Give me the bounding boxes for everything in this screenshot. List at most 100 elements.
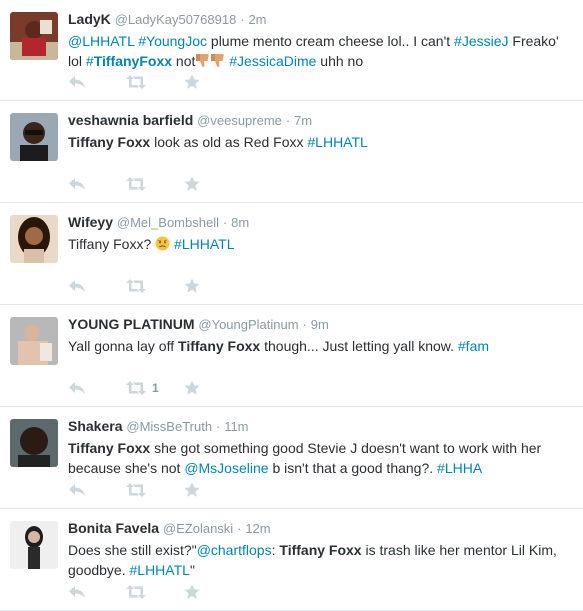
tweet-timestamp[interactable]: 11m: [224, 419, 248, 434]
avatar[interactable]: [10, 419, 58, 467]
favorite-icon: [184, 380, 200, 396]
tweet-text-line: Yall gonna lay off Tiffany Foxx though..…: [68, 336, 573, 356]
reply-button[interactable]: [68, 480, 126, 500]
tweet-content: Bonita Favela @EZolanski · 12m Does she s…: [68, 519, 573, 580]
avatar-ladyk: [10, 12, 58, 60]
author-username[interactable]: @Mel_Bombshell: [117, 215, 219, 230]
mention-link[interactable]: @LHHATL: [68, 33, 134, 49]
tweet-text-segment: b isn't that a good thang?.: [268, 460, 438, 476]
author-fullname[interactable]: veshawnia barfield: [68, 112, 193, 128]
tweet-text-line: @LHHATL #YoungJoc plume mento cream chee…: [68, 31, 573, 51]
hashtag-link[interactable]: #LHHATL: [307, 134, 367, 150]
retweet-button[interactable]: [126, 480, 184, 500]
hashtag-link[interactable]: #YoungJoc: [138, 33, 207, 49]
author-username[interactable]: @YoungPlatinum: [198, 317, 298, 332]
author-fullname[interactable]: YOUNG PLATINUM: [68, 316, 195, 332]
tweet-timestamp[interactable]: 7m: [294, 113, 312, 128]
tweet-text-line: because she's not @MsJoseline b isn't th…: [68, 458, 573, 478]
tweet-timestamp[interactable]: 12m: [245, 521, 270, 536]
tweet-text-line: Does she still exist?"@chartflops: Tiffa…: [68, 540, 573, 560]
tweet-text-segment: ": [189, 562, 195, 578]
tweet-text-line: lol #TiffanyFoxx not #JessicaDime uhh no: [68, 51, 573, 73]
tweet-text-segment: Does she still exist?": [68, 542, 197, 558]
tweet-text: Does she still exist?"@chartflops: Tiffa…: [68, 540, 573, 580]
tweet-content: LadyK @LadyKay50768918 · 2m @LHHATL #Youn…: [68, 10, 573, 73]
tweet-header: Wifeyy @Mel_Bombshell · 8m: [68, 213, 573, 232]
tweet-item: veshawnia barfield @veesupreme · 7m Tiffa…: [0, 101, 583, 203]
avatar-veshawnia: [10, 113, 58, 161]
favorite-icon: [184, 584, 200, 600]
hashtag-link[interactable]: #JessieJ: [454, 33, 508, 49]
favorite-button[interactable]: [184, 276, 242, 296]
author-username[interactable]: @MissBeTruth: [126, 419, 212, 434]
favorite-icon: [184, 278, 200, 294]
tweet-timestamp[interactable]: 2m: [248, 12, 266, 27]
avatar-wifeyy: [10, 215, 58, 263]
hashtag-link[interactable]: #fam: [458, 338, 489, 354]
avatar-bonita: [10, 521, 58, 569]
avatar[interactable]: [10, 12, 58, 60]
reply-button[interactable]: [68, 276, 126, 296]
favorite-button[interactable]: [184, 72, 242, 92]
author-fullname[interactable]: Wifeyy: [68, 214, 113, 230]
avatar[interactable]: [10, 521, 58, 569]
tweet-text-line: Tiffany Foxx? #LHHATL: [68, 234, 573, 256]
avatar[interactable]: [10, 317, 58, 365]
reply-button[interactable]: [68, 378, 126, 398]
tweet-text-line: goodbye. #LHHATL": [68, 560, 573, 580]
retweet-count: 1: [152, 381, 159, 395]
tweet-header: LadyK @LadyKay50768918 · 2m: [68, 10, 573, 29]
time-separator: ·: [215, 419, 221, 434]
tweet-text-line: Tiffany Foxx she got something good Stev…: [68, 438, 573, 458]
tweet-item: YOUNG PLATINUM @YoungPlatinum · 9m Yall g…: [0, 305, 583, 407]
tweet-actions: [68, 480, 242, 500]
tweet-header: Bonita Favela @EZolanski · 12m: [68, 519, 573, 538]
hashtag-link[interactable]: #LHHATL: [174, 236, 234, 252]
hashtag-link[interactable]: #: [86, 53, 94, 69]
tweet-text-segment: she got something good Stevie J doesn't …: [150, 440, 542, 456]
favorite-button[interactable]: [184, 582, 242, 602]
hashtag-link[interactable]: #LHHA: [437, 460, 482, 476]
retweet-button[interactable]: 1: [126, 378, 184, 398]
author-fullname[interactable]: Bonita Favela: [68, 520, 159, 536]
tweet-header: YOUNG PLATINUM @YoungPlatinum · 9m: [68, 315, 573, 334]
author-fullname[interactable]: Shakera: [68, 418, 122, 434]
tweet-text-line: Tiffany Foxx look as old as Red Foxx #LH…: [68, 132, 573, 152]
tweet-timestamp[interactable]: 9m: [311, 317, 329, 332]
thumbs-down-emoji: [195, 53, 210, 73]
favorite-button[interactable]: [184, 378, 242, 398]
retweet-icon: [126, 177, 146, 191]
tweet-text-segment: though... Just letting yall know.: [260, 338, 458, 354]
retweet-button[interactable]: [126, 174, 184, 194]
reply-icon: [68, 381, 86, 395]
retweet-icon: [126, 585, 146, 599]
retweet-button[interactable]: [126, 72, 184, 92]
retweet-button[interactable]: [126, 582, 184, 602]
retweet-button[interactable]: [126, 276, 184, 296]
reply-button[interactable]: [68, 582, 126, 602]
tweet-timestamp[interactable]: 8m: [231, 215, 249, 230]
tweet-actions: [68, 276, 242, 296]
tweet-text-segment: not: [172, 53, 196, 69]
favorite-button[interactable]: [184, 174, 242, 194]
reply-button[interactable]: [68, 174, 126, 194]
author-fullname[interactable]: LadyK: [68, 11, 111, 27]
avatar[interactable]: [10, 215, 58, 263]
tweet-text-segment: Yall gonna lay off: [68, 338, 179, 354]
hashtag-link[interactable]: #LHHATL: [130, 562, 190, 578]
tweet-text-segment: is trash like her mentor Lil Kim,: [361, 542, 557, 558]
tweet-item: Wifeyy @Mel_Bombshell · 8m Tiffany Foxx? …: [0, 203, 583, 305]
avatar[interactable]: [10, 113, 58, 161]
author-username[interactable]: @LadyKay50768918: [115, 12, 237, 27]
tweet-actions: [68, 582, 242, 602]
reply-button[interactable]: [68, 72, 126, 92]
hashtag-link[interactable]: TiffanyFoxx: [94, 53, 172, 69]
mention-link[interactable]: @MsJoseline: [184, 460, 268, 476]
author-username[interactable]: @EZolanski: [163, 521, 233, 536]
hashtag-link[interactable]: #JessicaDime: [229, 53, 316, 69]
tweet-item: Shakera @MissBeTruth · 11m Tiffany Foxx s…: [0, 407, 583, 509]
favorite-button[interactable]: [184, 480, 242, 500]
author-username[interactable]: @veesupreme: [197, 113, 282, 128]
highlighted-text: Tiffany Foxx: [68, 440, 151, 456]
mention-link[interactable]: @chartflops: [197, 542, 272, 558]
